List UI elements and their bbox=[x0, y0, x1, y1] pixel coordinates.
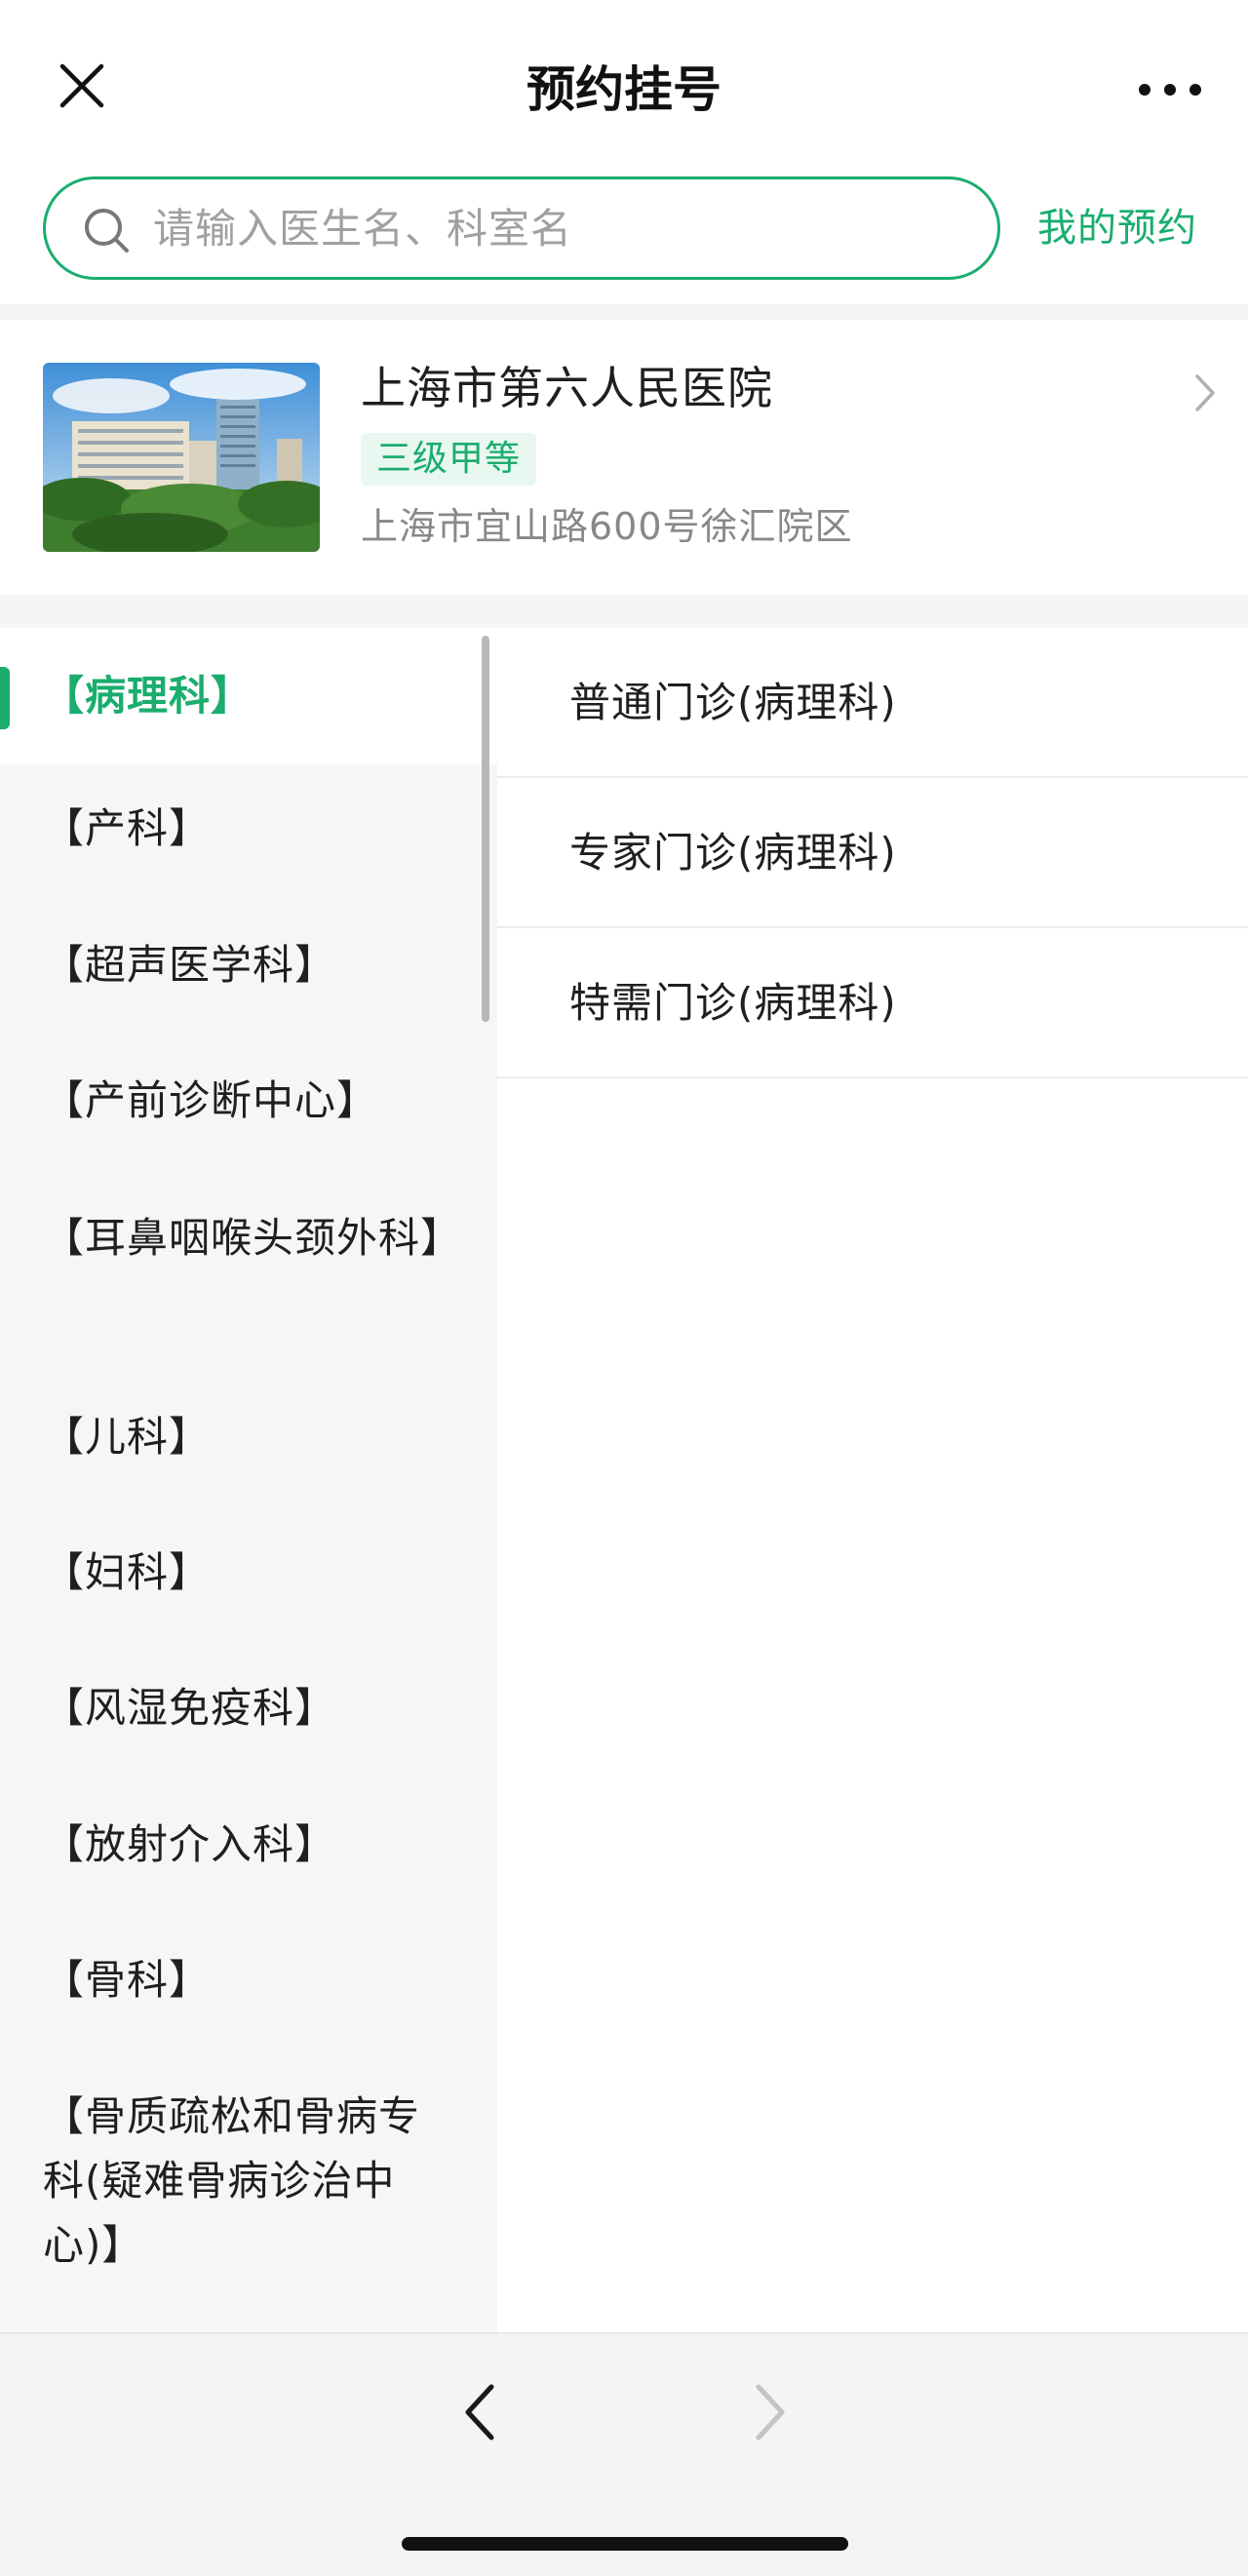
header: 预约挂号 bbox=[0, 0, 1248, 176]
clinic-label: 特需门诊(病理科) bbox=[569, 979, 897, 1027]
department-item[interactable]: 【骨质疏松和骨病专科(疑难骨病诊治中心)】 bbox=[0, 2085, 497, 2278]
hospital-name: 上海市第六人民医院 bbox=[361, 362, 773, 414]
chevron-right-icon bbox=[1195, 374, 1215, 411]
page-title: 预约挂号 bbox=[526, 61, 722, 118]
search-input[interactable]: 请输入医生名、科室名 bbox=[43, 176, 1000, 280]
divider bbox=[0, 595, 1248, 628]
department-item[interactable]: 【儿科】 bbox=[0, 1405, 497, 1469]
department-label: 【骨质疏松和骨病专科(疑难骨病诊治中心)】 bbox=[43, 2092, 421, 2269]
chevron-right-icon bbox=[756, 2384, 785, 2440]
department-item[interactable]: 【产前诊断中心】 bbox=[0, 1069, 497, 1133]
department-item-pathology[interactable]: 【病理科】 bbox=[0, 628, 497, 764]
department-label: 【风湿免疫科】 bbox=[43, 1684, 337, 1732]
department-list[interactable]: 【病理科】 【产科】 【超声医学科】 【产前诊断中心】 【耳鼻咽喉头颈外科】 【… bbox=[0, 628, 497, 2332]
more-button[interactable] bbox=[1131, 64, 1209, 115]
department-item[interactable]: 【风湿免疫科】 bbox=[0, 1676, 497, 1740]
more-icon bbox=[1139, 84, 1201, 96]
home-indicator bbox=[402, 2537, 848, 2551]
divider bbox=[0, 304, 1248, 320]
grade-badge: 三级甲等 bbox=[361, 433, 537, 486]
department-label: 【儿科】 bbox=[43, 1413, 212, 1461]
hospital-card[interactable]: 上海市第六人民医院 三级甲等 上海市宜山路600号徐汇院区 bbox=[0, 320, 1248, 595]
clinic-item[interactable]: 特需门诊(病理科) bbox=[497, 928, 1248, 1078]
search-icon bbox=[85, 209, 129, 253]
bottom-nav-bar bbox=[0, 2332, 1248, 2576]
department-item[interactable]: 【耳鼻咽喉头颈外科】 bbox=[0, 1206, 497, 1270]
my-appointments-link[interactable]: 我的预约 bbox=[1037, 201, 1197, 255]
department-label: 【放射介入科】 bbox=[43, 1820, 337, 1868]
forward-button[interactable] bbox=[741, 2373, 800, 2451]
clinic-list: 普通门诊(病理科) 专家门诊(病理科) 特需门诊(病理科) bbox=[497, 628, 1248, 2332]
department-label: 【病理科】 bbox=[43, 672, 254, 720]
scrollbar[interactable] bbox=[482, 636, 489, 1022]
hospital-address: 上海市宜山路600号徐汇院区 bbox=[361, 505, 853, 548]
department-label: 【产前诊断中心】 bbox=[43, 1076, 379, 1124]
clinic-label: 专家门诊(病理科) bbox=[569, 829, 897, 877]
back-button[interactable] bbox=[450, 2373, 509, 2451]
department-label: 【妇科】 bbox=[43, 1548, 212, 1596]
department-label: 【骨科】 bbox=[43, 1956, 212, 2004]
chevron-left-icon bbox=[465, 2384, 494, 2440]
department-item[interactable]: 【妇科】 bbox=[0, 1541, 497, 1605]
department-label: 【超声医学科】 bbox=[43, 941, 337, 989]
department-item[interactable]: 【骨科】 bbox=[0, 1948, 497, 2012]
department-item[interactable]: 【超声医学科】 bbox=[0, 933, 497, 997]
search-placeholder: 请输入医生名、科室名 bbox=[153, 205, 573, 253]
active-indicator bbox=[0, 667, 10, 729]
clinic-item[interactable]: 普通门诊(病理科) bbox=[497, 628, 1248, 778]
department-item[interactable]: 【产科】 bbox=[0, 797, 497, 861]
department-label: 【产科】 bbox=[43, 804, 212, 852]
clinic-item[interactable]: 专家门诊(病理科) bbox=[497, 778, 1248, 928]
clinic-label: 普通门诊(病理科) bbox=[569, 679, 897, 726]
department-label: 【耳鼻咽喉头颈外科】 bbox=[43, 1214, 463, 1262]
department-item[interactable]: 【放射介入科】 bbox=[0, 1813, 497, 1877]
hospital-photo bbox=[43, 363, 320, 552]
